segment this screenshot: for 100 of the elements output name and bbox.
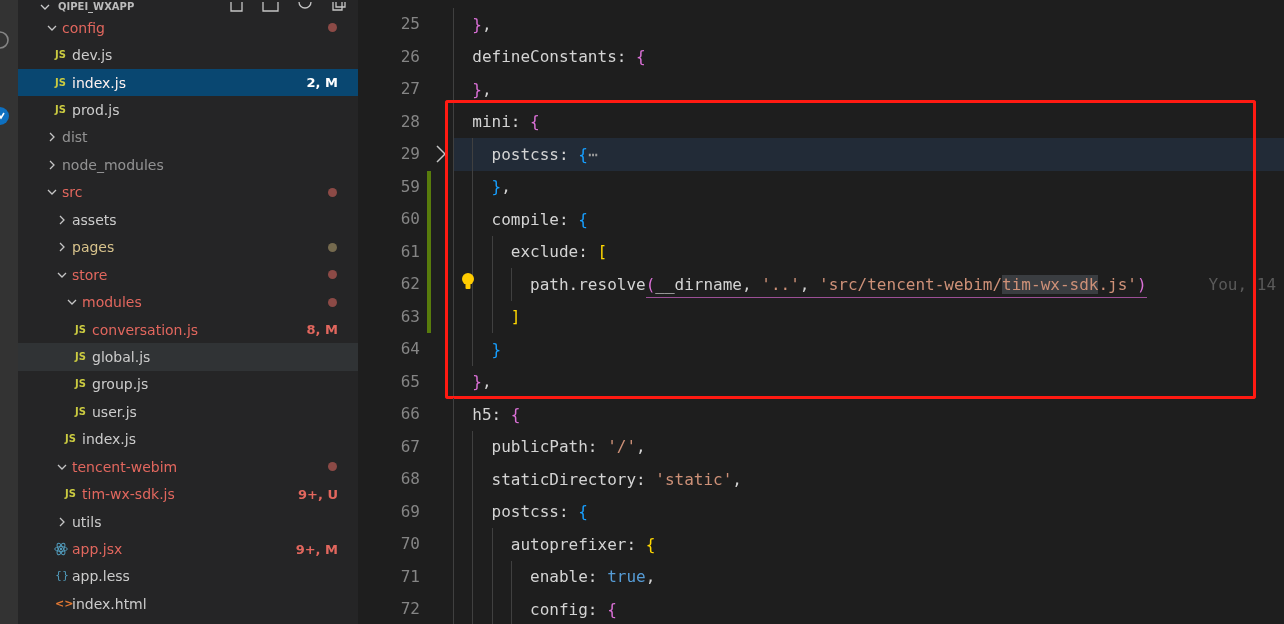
tree-item[interactable]: config: [18, 14, 358, 42]
tree-item[interactable]: tencent-webim: [18, 453, 358, 481]
line-number: 70: [399, 533, 420, 555]
code-line: }: [490, 339, 502, 359]
code-line: postcss: {: [490, 502, 588, 522]
code-line: },: [490, 177, 511, 197]
file-name: node_modules: [62, 156, 164, 173]
tree-item[interactable]: JS index.js 2, M: [18, 68, 358, 97]
file-name: src: [62, 184, 83, 201]
code-line: defineConstants: {: [471, 47, 646, 67]
file-name: group.js: [92, 376, 149, 393]
code-line: staticDirectory: 'static',: [490, 469, 742, 489]
tree-item[interactable]: JS global.js: [18, 343, 358, 371]
tree-item[interactable]: pages: [18, 233, 358, 261]
js-file-icon: JS: [75, 378, 86, 391]
code-line: postcss: {⋯: [490, 144, 598, 164]
line-number: 67: [399, 435, 420, 458]
lightbulb-icon[interactable]: [461, 272, 475, 292]
code-line: publicPath: '/',: [490, 437, 646, 457]
file-name: dev.js: [72, 47, 113, 64]
badge-icon: [0, 106, 10, 126]
line-number: 71: [399, 565, 420, 588]
code-line: path.resolve(__dirname, '..', 'src/tencent-webim/tim-wx-sdk.js'): [453, 274, 1147, 294]
tree-item[interactable]: JS group.js: [18, 370, 358, 399]
file-name: tim-wx-sdk.js: [82, 486, 175, 503]
file-name: utils: [72, 513, 102, 530]
file-name: app.jsx: [72, 541, 123, 558]
tree-item[interactable]: JS prod.js: [18, 96, 358, 124]
tree-item[interactable]: JS conversation.js 8, M: [18, 315, 358, 344]
tree-item[interactable]: store: [18, 260, 358, 289]
code-line: config: {: [529, 599, 617, 619]
code-line: exclude: [: [509, 242, 608, 262]
line-number: 27: [399, 78, 420, 100]
js-file-icon: JS: [65, 488, 76, 501]
file-name: modules: [82, 294, 142, 311]
line-number: 72: [399, 598, 420, 620]
chevron-right-icon[interactable]: [436, 145, 446, 163]
js-file-icon: JS: [65, 433, 76, 446]
js-file-icon: JS: [75, 323, 86, 336]
git-status: 2, M: [306, 75, 338, 91]
file-name: index.js: [82, 431, 136, 448]
code-file-icon: <>: [55, 597, 74, 610]
line-number: 29: [399, 143, 420, 165]
file-name: global.js: [92, 348, 151, 365]
line-number: 66: [399, 403, 420, 425]
atom-icon: [54, 542, 68, 557]
code-line: ]: [509, 307, 521, 327]
file-name: conversation.js: [92, 321, 199, 338]
blame-annotation: You, 14: [1208, 274, 1277, 294]
line-number: 59: [399, 175, 420, 198]
git-status: 9+, U: [298, 486, 338, 502]
file-name: prod.js: [72, 102, 120, 119]
tree-item[interactable]: <>index.html: [18, 590, 358, 618]
js-file-icon: JS: [55, 76, 66, 89]
line-number: 28: [399, 110, 420, 133]
tree-item[interactable]: assets: [18, 206, 358, 234]
file-name: index.html: [72, 595, 147, 612]
file-name: assets: [72, 211, 117, 228]
file-name: user.js: [92, 403, 137, 420]
git-status: 8, M: [306, 322, 338, 338]
file-name: index.js: [72, 74, 126, 91]
tree-item[interactable]: node_modules: [18, 151, 358, 179]
tree-item[interactable]: app.jsx 9+, M: [18, 535, 358, 563]
code-line: },: [471, 372, 492, 392]
js-file-icon: JS: [75, 350, 86, 363]
tree-item[interactable]: src: [18, 178, 358, 207]
line-number: 62: [399, 273, 420, 295]
tree-item[interactable]: {} app.less: [18, 562, 358, 591]
line-number: 68: [399, 468, 420, 490]
file-name: app.less: [72, 568, 130, 585]
file-name: config: [62, 19, 105, 36]
line-number: 65: [399, 370, 420, 393]
chevron-down-icon: [40, 2, 50, 12]
code-line: },: [471, 79, 492, 99]
js-file-icon: JS: [75, 405, 86, 418]
js-file-icon: JS: [55, 49, 66, 62]
braces-file-icon: {}: [55, 570, 69, 583]
tree-item[interactable]: JS user.js: [18, 398, 358, 426]
code-line: autoprefixer: {: [509, 534, 656, 554]
tree-item[interactable]: utils: [18, 507, 358, 536]
git-status: 9+, M: [295, 541, 338, 557]
code-line: enable: true,: [529, 567, 656, 587]
tree-item[interactable]: dist: [18, 123, 358, 152]
file-name: tencent-webim: [72, 458, 178, 475]
file-name: dist: [62, 129, 88, 146]
line-number: 26: [399, 45, 420, 68]
file-name: pages: [72, 239, 115, 256]
tree-item[interactable]: modules: [18, 288, 358, 316]
tree-item[interactable]: JS tim-wx-sdk.js 9+, U: [18, 480, 358, 508]
code-line: h5: {: [471, 404, 521, 424]
tree-item[interactable]: JS dev.js: [18, 41, 358, 69]
tree-item[interactable]: JS index.js: [18, 425, 358, 453]
line-number: 69: [399, 500, 420, 523]
code-line: mini: {: [471, 112, 540, 132]
line-number: 63: [399, 305, 420, 328]
line-number: 25: [399, 13, 420, 35]
code-line: compile: {: [490, 209, 588, 229]
line-number: 60: [399, 208, 420, 230]
code-line: },: [471, 14, 492, 34]
line-number: 64: [399, 338, 420, 360]
